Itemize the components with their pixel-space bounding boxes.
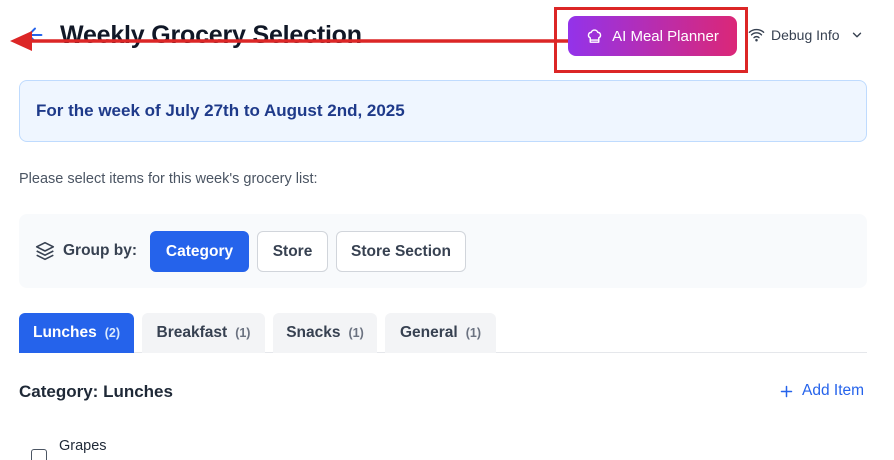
add-item-button[interactable]: Add Item (779, 382, 864, 400)
add-item-label: Add Item (802, 382, 865, 399)
page-title: Weekly Grocery Selection (60, 21, 362, 49)
group-by-category-button[interactable]: Category (150, 231, 249, 272)
tab-count: (1) (348, 326, 364, 340)
tab-lunches[interactable]: Lunches (2) (19, 313, 134, 353)
tab-count: (1) (235, 326, 251, 340)
category-title: Category: Lunches (19, 382, 173, 401)
item-checkbox[interactable] (31, 449, 47, 460)
group-by-panel: Group by: Category Store Store Section (19, 214, 867, 288)
layers-icon (35, 241, 55, 261)
ai-meal-planner-label: AI Meal Planner (612, 27, 719, 45)
list-item: Grapes (31, 436, 431, 460)
tab-label: General (399, 324, 458, 341)
tab-label: Lunches (32, 324, 97, 341)
group-by-store-section-button[interactable]: Store Section (336, 231, 466, 272)
week-banner: For the week of July 27th to August 2nd,… (19, 80, 867, 142)
debug-info-toggle[interactable]: Debug Info (748, 26, 864, 43)
tab-count: (2) (104, 326, 120, 340)
debug-info-label: Debug Info (771, 26, 840, 43)
tab-breakfast[interactable]: Breakfast (1) (142, 313, 265, 353)
tab-label: Snacks (286, 324, 341, 341)
group-by-label: Group by: (63, 242, 138, 259)
ai-meal-planner-button[interactable]: AI Meal Planner (568, 16, 737, 56)
back-arrow-icon[interactable] (24, 24, 46, 46)
instruction-text: Please select items for this week's groc… (19, 171, 318, 187)
plus-icon (780, 385, 793, 397)
page-header: Weekly Grocery Selection AI Meal Planner… (0, 0, 894, 76)
tab-snacks[interactable]: Snacks (1) (273, 313, 377, 353)
group-by-label-wrap: Group by: (35, 241, 137, 261)
wifi-icon (748, 28, 765, 42)
tab-count: (1) (465, 326, 481, 340)
week-banner-text: For the week of July 27th to August 2nd,… (36, 101, 405, 120)
group-by-store-button[interactable]: Store (257, 231, 328, 272)
category-tabs: Lunches (2) Breakfast (1) Snacks (1) Gen… (19, 313, 867, 353)
tab-label: Breakfast (156, 324, 228, 341)
chevron-down-icon (852, 32, 861, 37)
chef-hat-icon (587, 28, 602, 43)
item-name: Grapes (59, 438, 107, 454)
tab-general[interactable]: General (1) (385, 313, 496, 353)
